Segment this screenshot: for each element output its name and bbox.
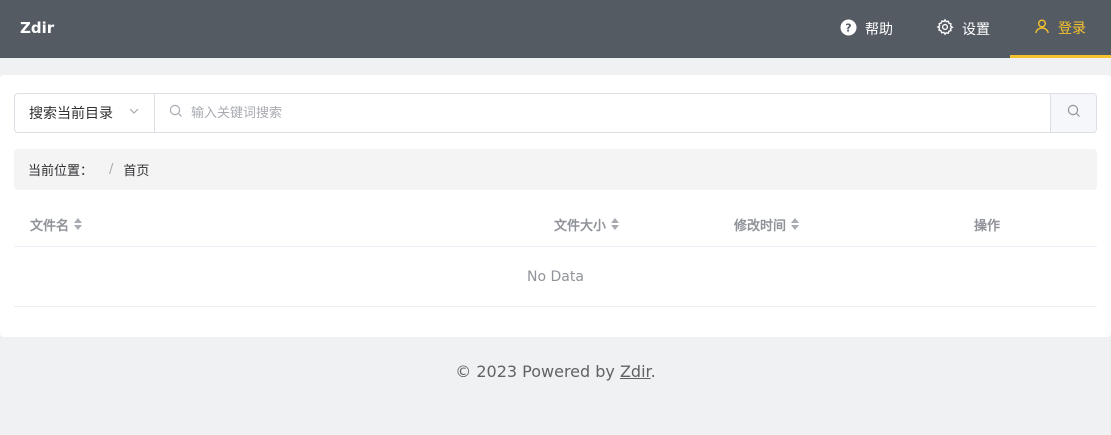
file-table-header: 文件名 文件大小 修改时间 操作 [14, 201, 1097, 247]
search-scope-select[interactable]: 搜索当前目录 [15, 94, 155, 132]
breadcrumb-separator: / [109, 162, 114, 177]
search-bar: 搜索当前目录 [14, 93, 1097, 133]
breadcrumb-item-home[interactable]: 首页 [123, 160, 149, 179]
chevron-down-icon [128, 105, 140, 121]
column-header-modified-label: 修改时间 [734, 218, 787, 234]
column-header-actions: 操作 [974, 201, 1000, 247]
page-footer: © 2023 Powered by Zdir. [0, 362, 1111, 381]
search-scope-value: 搜索当前目录 [29, 106, 113, 122]
sort-icon[interactable] [791, 218, 800, 230]
nav-login[interactable]: 登录 [1010, 0, 1111, 58]
main-card: 搜索当前目录 当前位置： / 首页 文件名 文件大小 [0, 75, 1111, 337]
sort-icon[interactable] [611, 218, 620, 230]
column-header-actions-label: 操作 [974, 218, 1001, 234]
top-navbar: Zdir ? 帮助 设置 登录 [0, 0, 1111, 58]
column-header-modified[interactable]: 修改时间 [734, 201, 800, 247]
column-header-size[interactable]: 文件大小 [554, 201, 620, 247]
sort-icon[interactable] [74, 218, 83, 230]
breadcrumb: 当前位置： / 首页 [14, 149, 1097, 190]
search-field [155, 94, 1050, 132]
footer-prefix: © 2023 Powered by [455, 362, 620, 381]
nav-settings[interactable]: 设置 [936, 0, 990, 58]
search-button[interactable] [1050, 94, 1096, 132]
column-header-size-label: 文件大小 [554, 218, 607, 234]
brand-logo[interactable]: Zdir [20, 0, 54, 56]
nav-help[interactable]: ? 帮助 [840, 0, 893, 58]
footer-suffix: . [650, 362, 656, 381]
nav-settings-label: 设置 [962, 22, 990, 38]
nav-help-label: 帮助 [865, 22, 893, 38]
search-input[interactable] [191, 105, 1050, 121]
user-icon [1034, 18, 1050, 38]
nav-login-label: 登录 [1058, 20, 1086, 37]
breadcrumb-label: 当前位置： [28, 164, 94, 179]
search-icon [1067, 104, 1081, 122]
table-empty-state: No Data [14, 247, 1097, 307]
footer-zdir-link[interactable]: Zdir [620, 362, 651, 381]
column-header-name-label: 文件名 [30, 218, 70, 234]
search-prefix-icon [169, 104, 183, 122]
gear-icon [936, 18, 954, 40]
column-header-name[interactable]: 文件名 [30, 201, 83, 247]
help-icon: ? [840, 19, 857, 40]
svg-text:?: ? [845, 21, 851, 34]
